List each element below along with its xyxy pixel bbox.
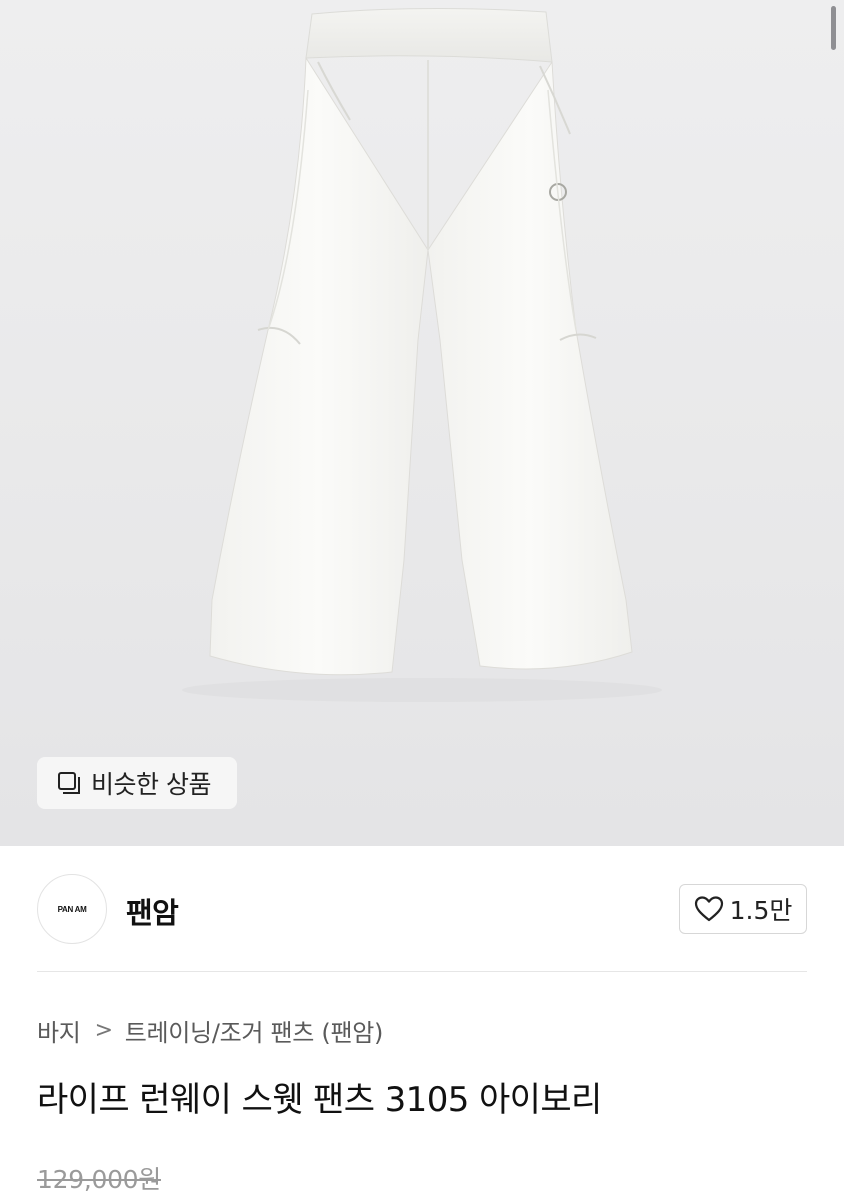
similar-items-label: 비슷한 상품 [91, 770, 211, 799]
heart-icon [694, 896, 723, 922]
brand-logo[interactable]: PAN AM [37, 874, 107, 944]
brand-name[interactable]: 팬암 [126, 890, 179, 932]
similar-items-button[interactable]: 비슷한 상품 [37, 757, 237, 809]
product-image-area[interactable]: 비슷한 상품 [0, 0, 844, 846]
like-count: 1.5만 [729, 896, 793, 925]
breadcrumb: 바지 > 트레이닝/조거 팬츠 (팬암) [37, 1013, 383, 1048]
breadcrumb-subcategory[interactable]: 트레이닝/조거 팬츠 (팬암) [125, 1013, 384, 1048]
product-title: 라이프 런웨이 스웻 팬츠 3105 아이보리 [37, 1080, 602, 1120]
brand-logo-text: PAN AM [57, 904, 87, 914]
product-image-sweatpants [182, 7, 662, 702]
similar-items-icon [58, 772, 80, 794]
breadcrumb-category[interactable]: 바지 [37, 1013, 81, 1048]
brand-row: PAN AM 팬암 1.5만 [0, 846, 844, 971]
like-button[interactable]: 1.5만 [679, 884, 807, 934]
chevron-right-icon: > [94, 1018, 113, 1043]
original-price: 129,000원 [37, 1165, 161, 1194]
divider [37, 971, 807, 972]
